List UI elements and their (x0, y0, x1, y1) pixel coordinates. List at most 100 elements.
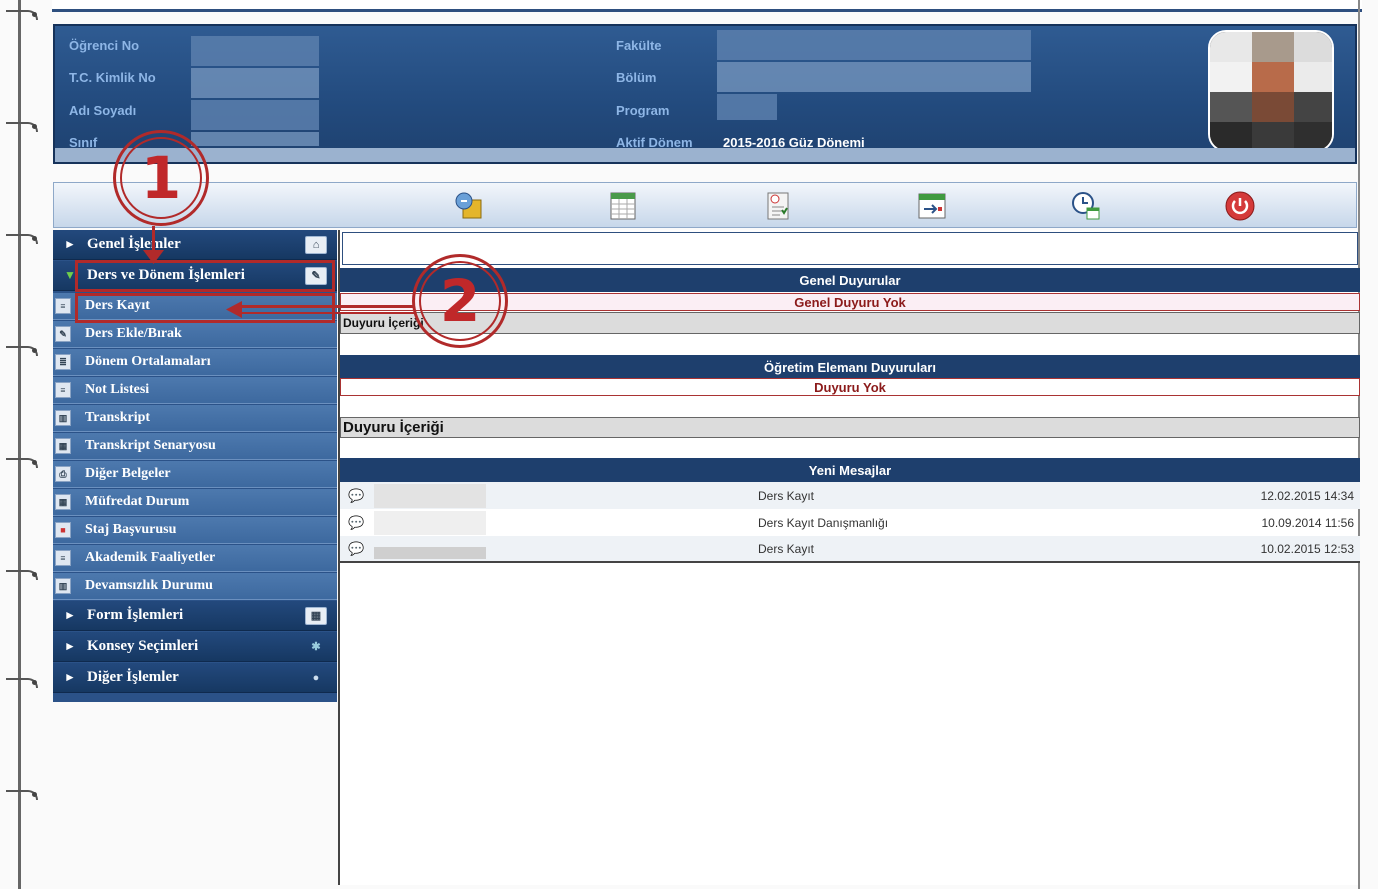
bar-chart-icon: ▥ (55, 410, 71, 426)
duyuru-icerigi-bar: Duyuru İçeriği (340, 417, 1360, 438)
sidebar-head-label: Genel İşlemler (87, 236, 181, 252)
sidebar-item-devamsizlik-durumu[interactable]: ▥ Devamsızlık Durumu (53, 573, 337, 600)
main-toolbar (53, 182, 1357, 228)
redacted-value (191, 100, 319, 130)
sidebar-form-islemleri[interactable]: ► Form İşlemleri ▦ (53, 601, 337, 631)
adi-soyadi-label: Adı Soyadı (69, 103, 137, 118)
expand-arrow-icon: ► (64, 639, 76, 653)
redacted-value (191, 36, 319, 66)
message-subject: Ders Kayıt (758, 541, 815, 556)
sidebar-head-label: Form İşlemleri (87, 607, 184, 623)
sidebar-item-transkript-senaryosu[interactable]: ▦ Transkript Senaryosu (53, 433, 337, 460)
message-date: 10.02.2015 12:53 (1260, 541, 1354, 556)
redacted-value (717, 30, 1031, 60)
step-2-arrow-line (240, 312, 414, 314)
fakulte-label: Fakülte (616, 38, 662, 53)
student-info-header: Öğrenci No T.C. Kimlik No Adı Soyadı Sın… (53, 24, 1357, 164)
sidebar-item-label: Staj Başvurusu (85, 522, 177, 537)
power-icon[interactable] (1222, 188, 1258, 224)
sidebar-item-staj-basvurusu[interactable]: ■ Staj Başvurusu (53, 517, 337, 544)
redacted-value (191, 68, 319, 98)
sidebar-item-label: Transkript (85, 410, 151, 425)
sidebar-item-not-listesi[interactable]: ≡ Not Listesi (53, 377, 337, 404)
step-2-arrowhead (226, 301, 242, 318)
message-date: 10.09.2014 11:56 (1261, 515, 1354, 530)
curriculum-icon: ▦ (55, 494, 71, 510)
right-rule (1358, 0, 1360, 889)
top-strip (52, 0, 1362, 12)
sidebar-item-label: Dönem Ortalamaları (85, 354, 211, 369)
briefcase-icon: ■ (55, 522, 71, 538)
sidebar-genel-islemler[interactable]: ► Genel İşlemler ⌂ (53, 230, 337, 260)
calendar-arrow-icon[interactable] (914, 188, 950, 224)
step-2-arrow-line (240, 305, 414, 308)
sidebar-item-ders-ekle-birak[interactable]: ✎ Ders Ekle/Bırak (53, 321, 337, 348)
yeni-mesajlar-header: Yeni Mesajlar (340, 458, 1360, 482)
speech-bubble-icon: 💬 (348, 487, 365, 503)
sidebar-item-mufredat-durum[interactable]: ▦ Müfredat Durum (53, 489, 337, 516)
program-label: Program (616, 103, 670, 118)
redacted-sender (374, 483, 486, 508)
sidebar-item-label: Diğer Belgeler (85, 466, 171, 481)
duyuru-yok-notice: Duyuru Yok (340, 378, 1360, 396)
list-icon: ≡ (55, 382, 71, 398)
redacted-value (717, 94, 777, 120)
calendar-sheet-icon[interactable] (605, 188, 641, 224)
document-icon: ≡ (55, 550, 71, 566)
list-icon: ≣ (55, 354, 71, 370)
step-2-circle: 2 (412, 254, 508, 348)
bolum-label: Bölüm (616, 70, 657, 85)
redacted-value (717, 62, 1031, 92)
document-icon: ≡ (55, 298, 71, 314)
sidebar-item-transkript[interactable]: ▥ Transkript (53, 405, 337, 432)
sidebar-diger-islemler[interactable]: ► Diğer İşlemler ● (53, 663, 337, 693)
sidebar-item-label: Akademik Faaliyetler (85, 550, 216, 565)
header-bottom-band (55, 148, 1355, 162)
scenario-icon: ▦ (55, 438, 71, 454)
message-row[interactable]: 💬 Ders Kayıt 12.02.2015 14:34 (340, 482, 1360, 509)
message-subject: Ders Kayıt (758, 488, 815, 503)
message-subject: Ders Kayıt Danışmanlığı (758, 515, 889, 530)
app-root: Öğrenci No T.C. Kimlik No Adı Soyadı Sın… (0, 0, 1378, 889)
sidebar-item-label: Transkript Senaryosu (85, 438, 216, 453)
sidebar-item-label: Devamsızlık Durumu (85, 578, 213, 593)
sidebar-item-label: Not Listesi (85, 382, 150, 397)
student-photo (1208, 30, 1334, 152)
document-edit-icon: ✎ (55, 326, 71, 342)
sidebar-item-label: Ders Ekle/Bırak (85, 326, 182, 341)
profile-switch-icon[interactable] (451, 188, 487, 224)
sidebar-item-diger-belgeler[interactable]: ⎙ Diğer Belgeler (53, 461, 337, 488)
content-top-box (342, 232, 1358, 265)
message-date: 12.02.2015 14:34 (1260, 488, 1354, 503)
people-icon: ✱ (311, 641, 321, 653)
message-row[interactable]: 💬 Ders Kayıt 10.02.2015 12:53 (340, 536, 1360, 563)
ogretim-elemani-duyurulari-header: Öğretim Elemanı Duyuruları (340, 355, 1360, 379)
speech-bubble-icon: 💬 (348, 540, 365, 556)
notebook-spiral (0, 0, 40, 889)
expand-arrow-icon: ► (64, 608, 76, 622)
redacted-sender (374, 546, 486, 559)
sidebar-item-donem-ortalamalari[interactable]: ≣ Dönem Ortalamaları (53, 349, 337, 376)
printer-icon: ⎙ (55, 466, 71, 482)
highlight-box-ders-donem (75, 260, 335, 292)
exam-paper-icon[interactable] (760, 188, 796, 224)
sidebar-item-label: Müfredat Durum (85, 494, 190, 509)
ogrenci-no-label: Öğrenci No (69, 38, 140, 53)
speech-bubble-icon: 💬 (348, 514, 365, 530)
sidebar-item-akademik-faaliyetler[interactable]: ≡ Akademik Faaliyetler (53, 545, 337, 572)
sidebar-konsey-secimleri[interactable]: ► Konsey Seçimleri ✱ (53, 632, 337, 662)
expand-arrow-icon: ► (64, 670, 76, 684)
step-1-arrowhead (143, 250, 164, 264)
expand-arrow-icon: ► (64, 237, 76, 251)
highlight-box-ders-kayit (75, 293, 335, 323)
keyboard-icon: ▦ (305, 606, 327, 625)
redacted-value (191, 132, 319, 146)
attendance-icon: ▥ (55, 578, 71, 594)
redacted-sender (374, 510, 486, 535)
globe-icon: ● (312, 671, 320, 684)
message-row[interactable]: 💬 Ders Kayıt Danışmanlığı 10.09.2014 11:… (340, 509, 1360, 536)
sidebar-head-label: Diğer İşlemler (87, 669, 179, 685)
step-1-circle: 1 (113, 130, 209, 226)
clock-calendar-icon[interactable] (1068, 188, 1104, 224)
home-icon: ⌂ (305, 235, 327, 254)
